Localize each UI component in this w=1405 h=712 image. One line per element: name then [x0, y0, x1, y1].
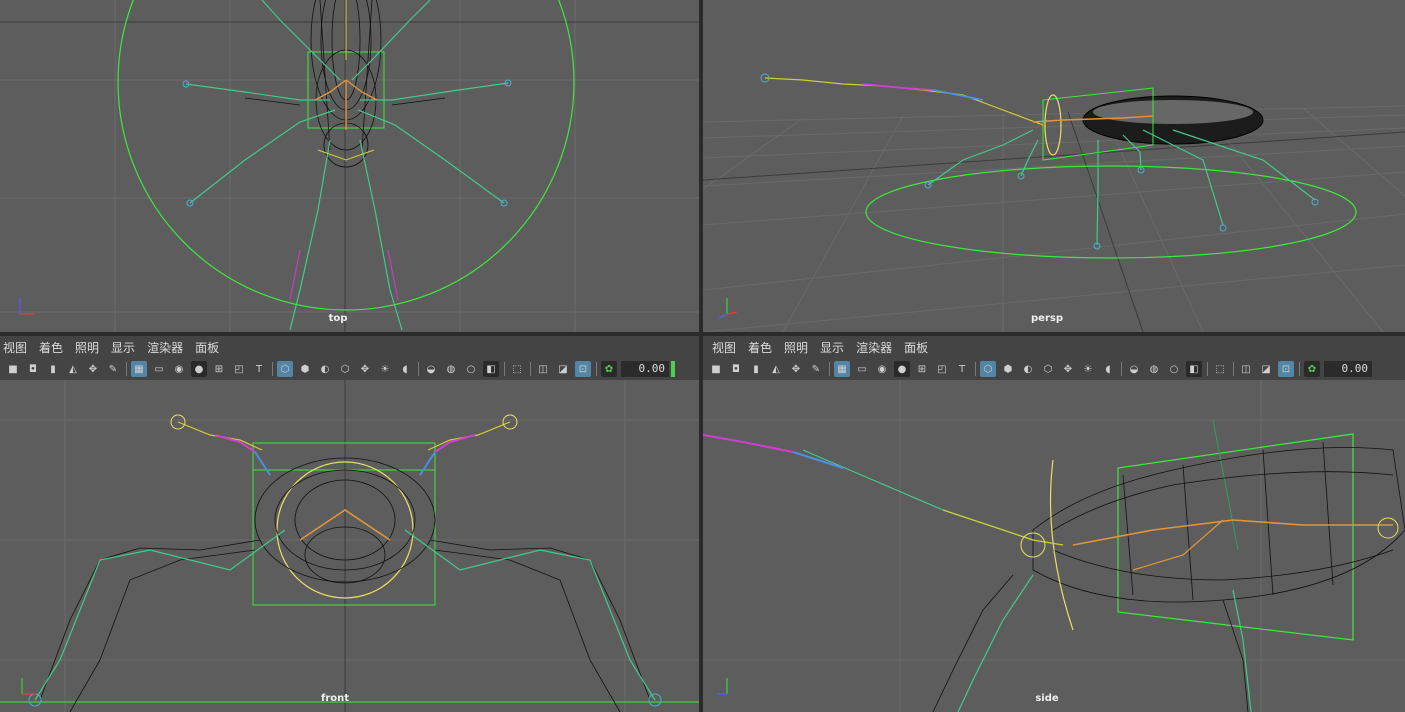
wireframe-icon[interactable]: ⬡ — [277, 361, 293, 377]
resolution-gate-icon[interactable]: ◉ — [874, 361, 890, 377]
safe-title-icon[interactable]: T — [251, 361, 267, 377]
gate-mask-icon[interactable]: ● — [191, 361, 207, 377]
persp-root-control[interactable] — [865, 165, 1357, 259]
gate-mask-icon[interactable]: ● — [894, 361, 910, 377]
bookmark-icon[interactable]: ▮ — [748, 361, 764, 377]
viewport-label: side — [1035, 693, 1059, 704]
field-chart-icon[interactable]: ⊞ — [914, 361, 930, 377]
panel-menu-bar: 视图 着色 照明 显示 渲染器 面板 — [0, 336, 699, 358]
side-scene — [703, 419, 1405, 712]
image-plane-icon[interactable]: ◭ — [768, 361, 784, 377]
film-gate-icon[interactable]: ▭ — [151, 361, 167, 377]
textured-icon[interactable]: ✥ — [357, 361, 373, 377]
xray-icon[interactable]: ◫ — [535, 361, 551, 377]
shadows-icon[interactable]: ◖ — [397, 361, 413, 377]
viewport-label: top — [328, 313, 348, 324]
front-scene — [28, 414, 662, 712]
bookmark-icon[interactable]: ▮ — [45, 361, 61, 377]
safe-action-icon[interactable]: ◰ — [934, 361, 950, 377]
persp-scene — [760, 73, 1357, 259]
textured-icon[interactable]: ✥ — [1060, 361, 1076, 377]
multisample-anti-aliasing-icon[interactable]: ○ — [463, 361, 479, 377]
viewport-side[interactable]: side — [703, 380, 1405, 712]
top-scene — [117, 0, 575, 331]
menu-shading[interactable]: 着色 — [748, 339, 772, 356]
xray-joints-icon[interactable]: ⊡ — [1278, 361, 1294, 377]
front-body-control[interactable] — [252, 442, 436, 606]
xray-active-components-icon[interactable]: ◪ — [1258, 361, 1274, 377]
menu-view[interactable]: 视图 — [3, 339, 27, 356]
camera-icon[interactable]: ■ — [708, 361, 724, 377]
axis-gizmo — [21, 678, 36, 695]
resolution-gate-icon[interactable]: ◉ — [171, 361, 187, 377]
grease-pencil-icon[interactable]: ✎ — [808, 361, 824, 377]
panel-bar-left: 视图 着色 照明 显示 渲染器 面板 ■ ◘ ▮ ◭ ✥ ✎ ▦ ▭ ◉ ● ⊞… — [0, 336, 699, 380]
smooth-shade-icon[interactable]: ⬢ — [297, 361, 313, 377]
camera-attributes-icon[interactable]: ◘ — [728, 361, 744, 377]
xray-joints-icon[interactable]: ⊡ — [575, 361, 591, 377]
image-plane-icon[interactable]: ◭ — [65, 361, 81, 377]
grid-icon[interactable]: ▦ — [131, 361, 147, 377]
exposure-field[interactable] — [1324, 361, 1372, 377]
axis-gizmo — [718, 298, 738, 319]
depth-of-field-icon[interactable]: ◧ — [483, 361, 499, 377]
film-gate-icon[interactable]: ▭ — [854, 361, 870, 377]
motion-blur-icon[interactable]: ◍ — [1146, 361, 1162, 377]
screen-space-ambient-occlusion-icon[interactable]: ◒ — [1126, 361, 1142, 377]
menu-view[interactable]: 视图 — [712, 339, 736, 356]
wireframe-on-shaded-icon[interactable]: ⬡ — [337, 361, 353, 377]
axis-gizmo — [19, 298, 34, 315]
use-all-lights-icon[interactable]: ☀ — [1080, 361, 1096, 377]
menu-shading[interactable]: 着色 — [39, 339, 63, 356]
camera-exposure-icon[interactable]: ✿ — [601, 361, 617, 377]
menu-lighting[interactable]: 照明 — [784, 339, 808, 356]
wireframe-icon[interactable]: ⬡ — [980, 361, 996, 377]
motion-blur-icon[interactable]: ◍ — [443, 361, 459, 377]
safe-action-icon[interactable]: ◰ — [231, 361, 247, 377]
menu-panels[interactable]: 面板 — [904, 339, 928, 356]
viewport-label: persp — [1031, 313, 1063, 324]
smooth-shade-icon[interactable]: ⬢ — [1000, 361, 1016, 377]
2d-pan-zoom-icon[interactable]: ✥ — [85, 361, 101, 377]
menu-lighting[interactable]: 照明 — [75, 339, 99, 356]
safe-title-icon[interactable]: T — [954, 361, 970, 377]
panel-menu-bar: 视图 着色 照明 显示 渲染器 面板 — [703, 336, 1405, 358]
default-material-icon[interactable]: ◐ — [317, 361, 333, 377]
screen-space-ambient-occlusion-icon[interactable]: ◒ — [423, 361, 439, 377]
exposure-field[interactable] — [621, 361, 669, 377]
menu-renderer[interactable]: 渲染器 — [856, 339, 892, 356]
isolate-select-icon[interactable]: ⬚ — [1212, 361, 1228, 377]
exposure-indicator — [671, 361, 675, 377]
menu-show[interactable]: 显示 — [111, 339, 135, 356]
use-all-lights-icon[interactable]: ☀ — [377, 361, 393, 377]
panel-toolbar: ■ ◘ ▮ ◭ ✥ ✎ ▦ ▭ ◉ ● ⊞ ◰ T ⬡ ⬢ ◐ ⬡ ✥ ☀ ◖ … — [703, 358, 1405, 380]
2d-pan-zoom-icon[interactable]: ✥ — [788, 361, 804, 377]
panel-toolbar: ■ ◘ ▮ ◭ ✥ ✎ ▦ ▭ ◉ ● ⊞ ◰ T ⬡ ⬢ ◐ ⬡ ✥ ☀ ◖ … — [0, 358, 699, 380]
isolate-select-icon[interactable]: ⬚ — [509, 361, 525, 377]
front-head-control[interactable] — [276, 461, 414, 599]
xray-icon[interactable]: ◫ — [1238, 361, 1254, 377]
viewport-label: front — [320, 693, 350, 704]
menu-renderer[interactable]: 渲染器 — [147, 339, 183, 356]
wireframe-on-shaded-icon[interactable]: ⬡ — [1040, 361, 1056, 377]
menu-panels[interactable]: 面板 — [195, 339, 219, 356]
field-chart-icon[interactable]: ⊞ — [211, 361, 227, 377]
axis-gizmo — [717, 678, 728, 695]
multisample-anti-aliasing-icon[interactable]: ○ — [1166, 361, 1182, 377]
depth-of-field-icon[interactable]: ◧ — [1186, 361, 1202, 377]
grease-pencil-icon[interactable]: ✎ — [105, 361, 121, 377]
viewport-top[interactable]: top — [0, 0, 699, 332]
default-material-icon[interactable]: ◐ — [1020, 361, 1036, 377]
camera-icon[interactable]: ■ — [5, 361, 21, 377]
xray-active-components-icon[interactable]: ◪ — [555, 361, 571, 377]
panel-bar-right: 视图 着色 照明 显示 渲染器 面板 ■ ◘ ▮ ◭ ✥ ✎ ▦ ▭ ◉ ● ⊞… — [703, 336, 1405, 380]
grid-icon[interactable]: ▦ — [834, 361, 850, 377]
camera-attributes-icon[interactable]: ◘ — [25, 361, 41, 377]
camera-exposure-icon[interactable]: ✿ — [1304, 361, 1320, 377]
shadows-icon[interactable]: ◖ — [1100, 361, 1116, 377]
menu-show[interactable]: 显示 — [820, 339, 844, 356]
viewport-persp[interactable]: persp — [703, 0, 1405, 332]
viewport-front[interactable]: front — [0, 380, 699, 712]
